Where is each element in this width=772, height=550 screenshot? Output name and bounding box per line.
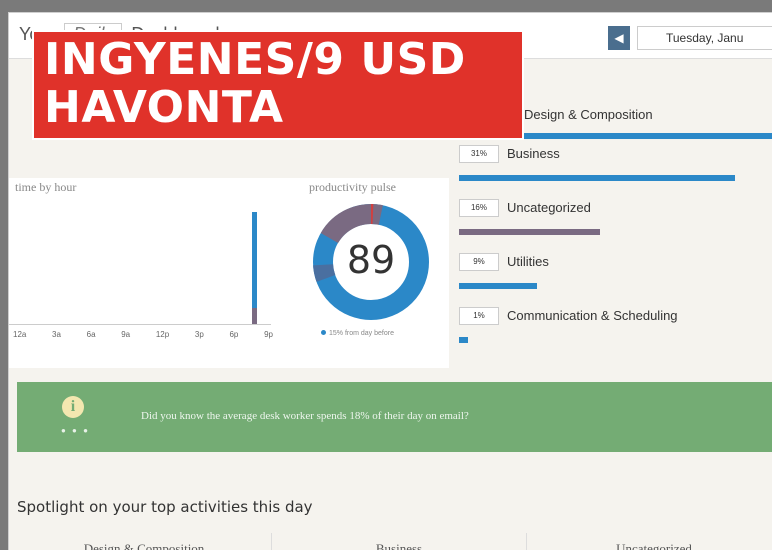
category-row[interactable]: 1% Communication & Scheduling — [459, 307, 772, 357]
pulse-legend-text: 15% from day before — [329, 330, 394, 337]
tip-text: Did you know the average desk worker spe… — [141, 410, 469, 422]
hour-tick-label: 3a — [52, 330, 61, 339]
hour-tick-label: 6a — [86, 330, 96, 339]
hour-tick-label: 12p — [155, 330, 170, 339]
category-percent-badge: 1% — [459, 307, 499, 325]
category-percent-badge: 31% — [459, 145, 499, 163]
spotlight-column-header[interactable]: Design & Composition — [17, 533, 271, 550]
category-name: Business — [507, 146, 560, 161]
category-bar — [459, 229, 600, 235]
promo-line-2: HAVONTA — [44, 82, 284, 133]
category-row[interactable]: 31% Business — [459, 145, 772, 195]
category-percent-badge: 16% — [459, 199, 499, 217]
chart-baseline — [9, 324, 271, 325]
category-percent-badge: 9% — [459, 253, 499, 271]
hour-tick-label: 6p — [229, 330, 239, 339]
hour-tick-label: 9p — [264, 330, 273, 339]
hour-tick-label: 9a — [121, 330, 131, 339]
productivity-score: 89 — [346, 238, 396, 282]
category-name: Utilities — [507, 254, 549, 269]
date-picker[interactable]: Tuesday, Janu — [637, 26, 772, 50]
top-category-label: Design & Composition — [524, 107, 653, 122]
pulse-legend: 15% from day before — [321, 330, 394, 337]
charts-panel: time by hour 12a 3a 6a 9a 12p 3p 6p 9p producti… — [9, 178, 449, 368]
spotlight-heading: Spotlight on your top activities this da… — [17, 498, 313, 516]
spotlight-column-header[interactable]: Uncategorized — [526, 533, 772, 550]
category-name: Uncategorized — [507, 200, 591, 215]
hour-tick-label: 3p — [194, 330, 204, 339]
promo-banner: INGYENES/9 USD HAVONTA — [32, 30, 524, 140]
previous-day-button[interactable]: ◀ — [608, 26, 630, 50]
hour-tick-label: 12a — [13, 330, 27, 339]
category-row[interactable]: 9% Utilities — [459, 253, 772, 303]
tip-banner: i ● ● ● Did you know the average desk wo… — [17, 382, 772, 452]
promo-line-1: INGYENES/9 USD — [44, 34, 466, 85]
category-row[interactable]: 16% Uncategorized — [459, 199, 772, 249]
category-name: Communication & Scheduling — [507, 308, 678, 323]
spotlight-columns: Design & Composition Business Uncategorize… — [17, 533, 772, 550]
category-bar — [459, 337, 468, 343]
time-chart-title: time by hour — [15, 180, 77, 194]
tip-pager-dots[interactable]: ● ● ● — [61, 426, 90, 435]
category-bar — [459, 175, 735, 181]
spotlight-column-header[interactable]: Business — [271, 533, 526, 550]
pulse-title: productivity pulse — [309, 180, 396, 194]
hour-bar-secondary — [252, 308, 257, 324]
info-icon[interactable]: i — [62, 396, 84, 418]
time-by-hour-chart — [9, 198, 289, 348]
category-bar — [459, 283, 537, 289]
legend-dot — [321, 330, 326, 335]
hour-ticks: 12a 3a 6a 9a 12p 3p 6p 9p — [13, 330, 273, 339]
